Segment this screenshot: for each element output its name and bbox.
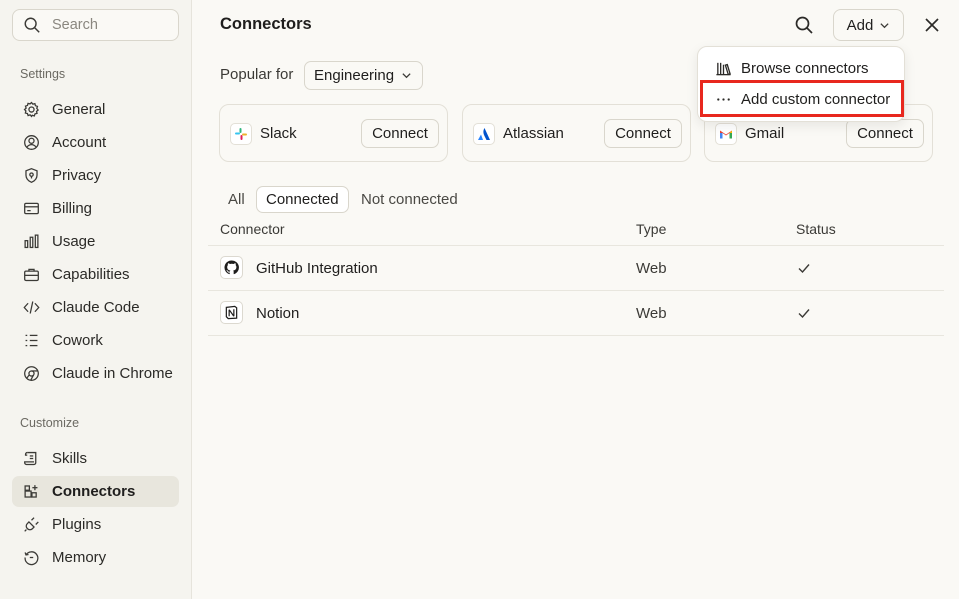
sidebar-item-cowork[interactable]: Cowork [12,325,179,356]
connector-card-atlassian: Atlassian Connect [462,104,691,162]
close-icon[interactable] [923,16,941,34]
connector-card-name: Atlassian [503,125,564,142]
search-input[interactable]: Search [12,9,179,41]
chevron-down-icon [402,73,411,79]
user-circle-icon [22,134,40,152]
connector-card-name: Gmail [745,125,785,142]
sidebar-item-label: Cowork [52,332,103,349]
row-connector-name: GitHub Integration [256,260,378,277]
connector-card-name: Slack [260,125,297,142]
chevron-down-icon [880,22,889,28]
credit-card-icon [22,200,40,218]
history-icon [22,549,40,567]
sidebar-item-label: Plugins [52,516,102,533]
bar-chart-icon [22,233,40,251]
sidebar-item-label: Connectors [52,483,136,500]
highlight-box [700,80,904,117]
column-header-connector: Connector [220,221,285,237]
connect-button[interactable]: Connect [846,119,924,148]
tab-not-connected[interactable]: Not connected [361,186,458,213]
popular-for-label: Popular for [220,66,294,83]
notion-icon [220,301,243,324]
sidebar-item-label: Skills [52,450,88,467]
sidebar-item-usage[interactable]: Usage [12,226,179,257]
column-header-type: Type [636,221,667,237]
scroll-icon [22,450,40,468]
globe-icon [22,365,40,383]
slack-icon [230,123,252,145]
popular-for-select[interactable]: Engineering [304,61,423,90]
sidebar-item-connectors[interactable]: Connectors [12,476,179,507]
library-icon [714,59,732,77]
sidebar-item-label: Capabilities [52,266,130,283]
tab-all[interactable]: All [228,186,245,213]
sidebar-item-capabilities[interactable]: Capabilities [12,259,179,290]
connect-button[interactable]: Connect [604,119,682,148]
shield-icon [22,167,40,185]
menu-item-label: Browse connectors [741,59,869,77]
settings-section-label: Settings [20,67,66,81]
sidebar-item-privacy[interactable]: Privacy [12,160,179,191]
gear-icon [22,101,40,119]
customize-section-label: Customize [20,416,80,430]
page-title: Connectors [220,15,312,33]
connect-button[interactable]: Connect [361,119,439,148]
sidebar-item-skills[interactable]: Skills [12,443,179,474]
divider [208,335,944,336]
sidebar-item-claude-code[interactable]: Claude Code [12,292,179,323]
search-icon[interactable] [794,15,814,35]
tab-connected[interactable]: Connected [256,186,349,213]
add-button[interactable]: Add [833,9,904,41]
sidebar-item-label: General [52,101,106,118]
search-placeholder: Search [52,17,98,33]
sidebar-item-plugins[interactable]: Plugins [12,509,179,540]
add-button-label: Add [846,16,874,34]
gmail-icon [715,123,737,145]
checklist-icon [22,332,40,350]
check-icon [798,264,810,274]
check-icon [798,309,810,319]
sidebar-item-label: Memory [52,549,107,566]
code-icon [22,299,40,317]
briefcase-icon [22,266,40,284]
atlassian-icon [473,123,495,145]
column-header-status: Status [796,221,836,237]
sidebar-item-label: Claude Code [52,299,140,316]
sidebar: Search Settings General Account Privacy … [0,0,192,599]
sidebar-item-claude-in-chrome[interactable]: Claude in Chrome [12,358,179,389]
row-connector-name: Notion [256,305,300,322]
sidebar-item-label: Account [52,134,107,151]
divider [208,290,944,291]
sidebar-item-label: Privacy [52,167,102,184]
connector-card-slack: Slack Connect [219,104,448,162]
sidebar-item-label: Usage [52,233,96,250]
sidebar-item-account[interactable]: Account [12,127,179,158]
grid-plus-icon [22,483,40,501]
sidebar-item-general[interactable]: General [12,94,179,125]
github-icon [220,256,243,279]
popular-for-value: Engineering [314,67,395,84]
row-type: Web [636,260,667,277]
menu-item-browse-connectors[interactable]: Browse connectors [698,53,906,83]
plug-icon [22,516,40,534]
search-icon [24,17,40,33]
sidebar-item-label: Claude in Chrome [52,365,173,382]
sidebar-item-billing[interactable]: Billing [12,193,179,224]
sidebar-item-memory[interactable]: Memory [12,542,179,573]
row-type: Web [636,305,667,322]
sidebar-item-label: Billing [52,200,93,217]
divider [208,245,944,246]
